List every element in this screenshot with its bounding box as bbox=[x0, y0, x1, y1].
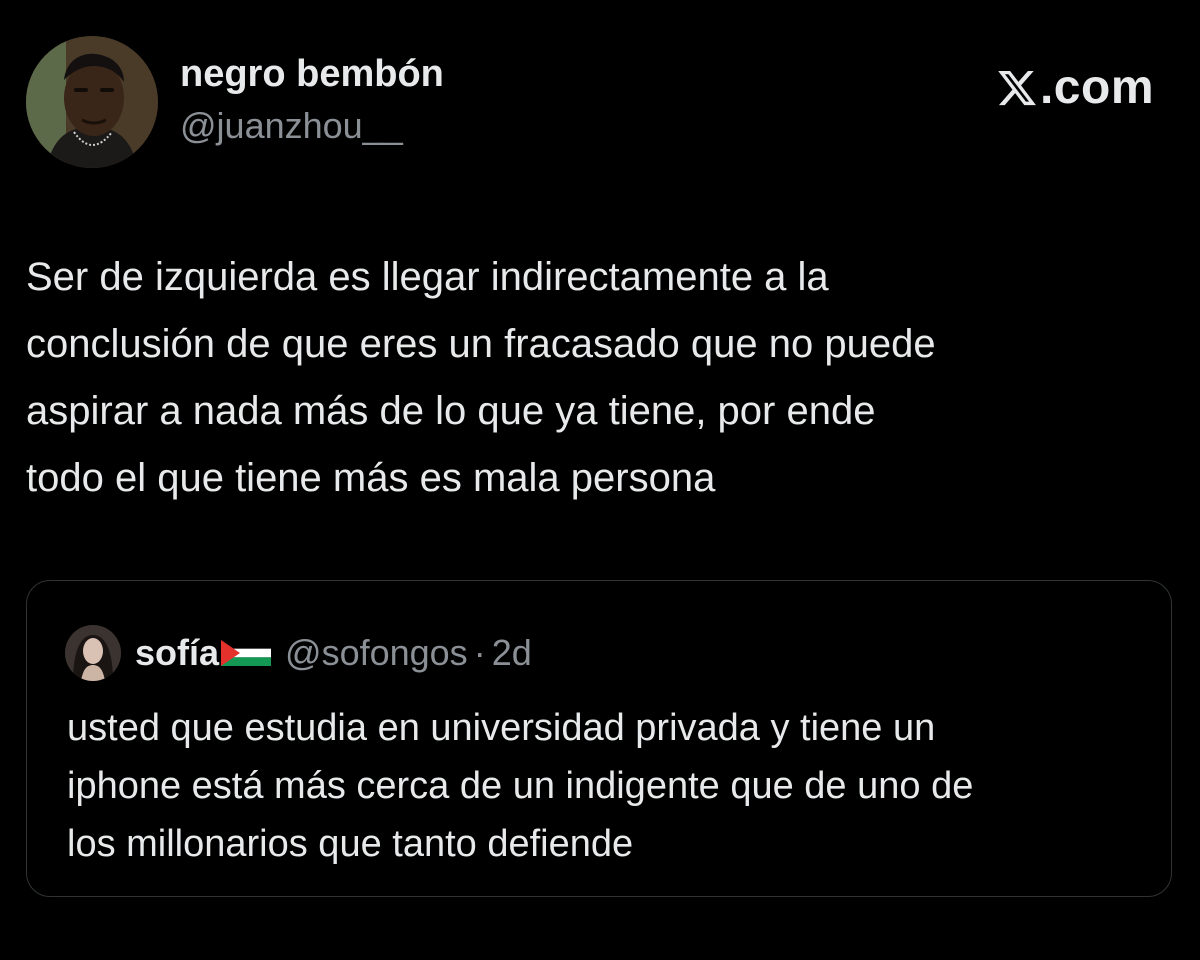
tweet-line: aspirar a nada más de lo que ya tiene, p… bbox=[26, 389, 876, 433]
quoted-tweet-line: los millonarios que tanto defiende bbox=[67, 823, 634, 865]
tweet-line: conclusión de que eres un fracasado que … bbox=[26, 322, 936, 366]
quoted-author-display-name[interactable]: sofía bbox=[135, 632, 219, 674]
x-logo-icon bbox=[998, 70, 1036, 106]
palestine-flag-icon bbox=[221, 640, 272, 666]
meta-separator: · bbox=[473, 632, 486, 673]
quoted-avatar-image bbox=[65, 625, 121, 681]
source-label: .com bbox=[996, 60, 1154, 116]
quoted-tweet-line: usted que estudia en universidad privada… bbox=[67, 707, 936, 749]
quoted-tweet-card[interactable]: sofía @sofongos · 2d usted que estudia e… bbox=[26, 580, 1172, 897]
source-domain: .com bbox=[1039, 61, 1154, 114]
tweet-header: negro bembón @juanzhou__ .com bbox=[26, 36, 1174, 168]
quoted-author-avatar[interactable] bbox=[65, 625, 121, 681]
tweet-line: Ser de izquierda es llegar indirectament… bbox=[26, 255, 829, 299]
quoted-tweet-timestamp[interactable]: 2d bbox=[492, 632, 532, 674]
author-avatar-image bbox=[26, 36, 158, 168]
author-names: negro bembón @juanzhou__ bbox=[180, 50, 444, 150]
author-handle[interactable]: @juanzhou__ bbox=[180, 102, 444, 150]
quoted-tweet-line: iphone está más cerca de un indigente qu… bbox=[67, 765, 974, 807]
author-display-name[interactable]: negro bembón bbox=[180, 50, 444, 98]
quoted-author-handle[interactable]: @sofongos bbox=[285, 632, 468, 674]
tweet-body: Ser de izquierda es llegar indirectament… bbox=[26, 244, 1176, 512]
quoted-tweet-header: sofía @sofongos · 2d bbox=[65, 623, 532, 683]
quoted-tweet-body: usted que estudia en universidad privada… bbox=[67, 699, 1157, 873]
tweet-line: todo el que tiene más es mala persona bbox=[26, 456, 716, 500]
author-avatar[interactable] bbox=[26, 36, 158, 168]
